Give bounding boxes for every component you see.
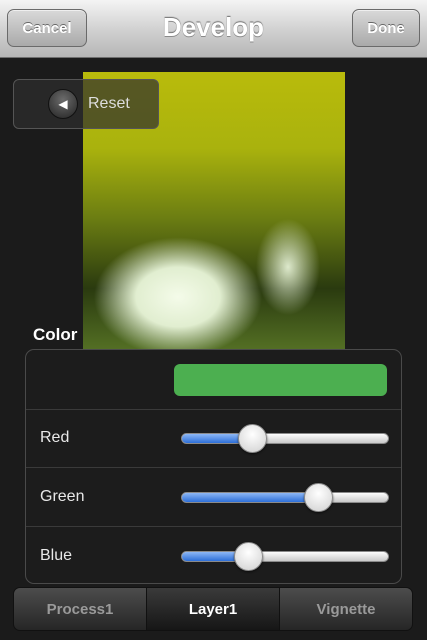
reset-button[interactable]: ◀ Reset <box>13 79 159 129</box>
slider-thumb[interactable] <box>237 424 267 453</box>
slider-row-blue: Blue <box>26 526 401 584</box>
done-button[interactable]: Done <box>352 9 420 47</box>
red-slider[interactable] <box>181 421 389 457</box>
slider-fill <box>182 493 318 502</box>
slider-thumb[interactable] <box>304 483 334 512</box>
slider-track <box>181 492 389 503</box>
slider-row-green: Green <box>26 467 401 526</box>
color-settings-group: Red Green Blue <box>25 349 402 584</box>
red-label: Red <box>40 429 70 446</box>
green-slider[interactable] <box>181 480 389 516</box>
slider-track <box>181 433 389 444</box>
tab-layer1[interactable]: Layer1 <box>147 588 280 630</box>
slider-thumb[interactable] <box>233 542 263 571</box>
color-swatch-row <box>26 350 401 409</box>
navigation-bar: Cancel Develop Done <box>0 0 427 58</box>
blue-label: Blue <box>40 547 73 564</box>
tab-process1[interactable]: Process1 <box>14 588 147 630</box>
blue-slider[interactable] <box>181 539 389 575</box>
bottom-tab-bar: Process1 Layer1 Vignette <box>13 587 413 631</box>
green-label: Green <box>40 488 85 505</box>
slider-row-red: Red <box>26 409 401 467</box>
left-arrow-icon: ◀ <box>48 89 78 119</box>
tab-vignette[interactable]: Vignette <box>280 588 412 630</box>
color-swatch <box>174 364 387 396</box>
reset-label: Reset <box>88 95 130 112</box>
color-section-label: Color <box>33 325 78 344</box>
slider-track <box>181 551 389 562</box>
